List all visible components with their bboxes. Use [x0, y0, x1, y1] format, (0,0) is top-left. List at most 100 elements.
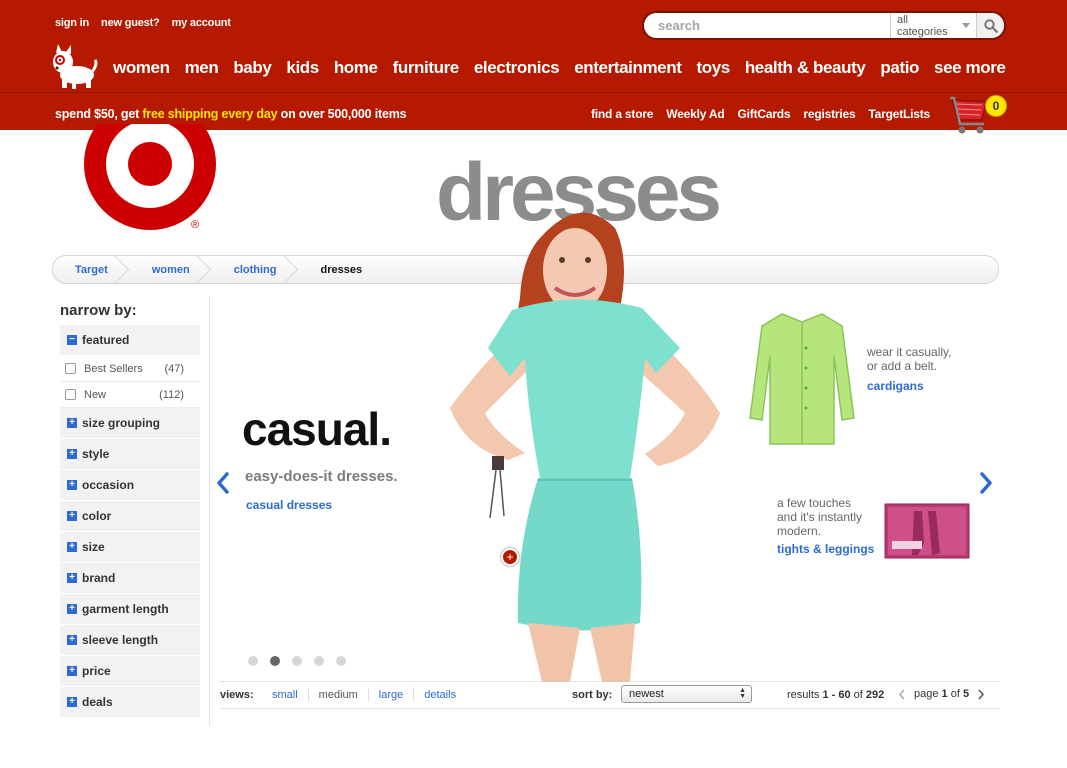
nav-kids[interactable]: kids — [286, 58, 319, 78]
facet-sleeve-length[interactable]: + sleeve length — [60, 625, 200, 656]
minus-icon: − — [67, 335, 77, 345]
carousel-dot[interactable] — [314, 656, 324, 666]
facet-label: deals — [82, 695, 113, 709]
view-options: small medium large details — [262, 689, 466, 701]
nav-men[interactable]: men — [185, 58, 219, 78]
casual-dresses-link[interactable]: casual dresses — [246, 498, 332, 512]
cardigan-image[interactable] — [742, 308, 862, 448]
sidebar-divider — [209, 296, 210, 726]
nav-health-beauty[interactable]: health & beauty — [745, 58, 866, 78]
facet-brand[interactable]: + brand — [60, 563, 200, 594]
sign-in-link[interactable]: sign in — [55, 17, 89, 29]
breadcrumb-women[interactable]: women — [130, 256, 212, 283]
targetlists-link[interactable]: TargetLists — [868, 107, 930, 121]
next-page-icon[interactable] — [977, 689, 985, 700]
facet-price[interactable]: + price — [60, 656, 200, 687]
option-count: (47) — [164, 362, 184, 375]
plus-icon: + — [67, 697, 77, 707]
facet-featured[interactable]: − featured — [60, 325, 200, 356]
narrow-by-heading: narrow by: — [60, 302, 137, 319]
filter-option-new[interactable]: New (112) — [60, 382, 200, 408]
view-medium-link[interactable]: medium — [307, 689, 368, 701]
facet-label: price — [82, 664, 111, 678]
view-small-link[interactable]: small — [262, 689, 308, 701]
checkbox[interactable] — [65, 363, 76, 374]
plus-icon: + — [67, 604, 77, 614]
nav-see-more[interactable]: see more — [934, 58, 1006, 78]
facet-style[interactable]: + style — [60, 439, 200, 470]
my-account-link[interactable]: my account — [172, 17, 231, 29]
search-input[interactable] — [644, 13, 890, 38]
weekly-ad-link[interactable]: Weekly Ad — [666, 107, 724, 121]
filter-sidebar: − featured Best Sellers (47) New (112) +… — [60, 325, 200, 718]
facet-deals[interactable]: + deals — [60, 687, 200, 718]
facet-garment-length[interactable]: + garment length — [60, 594, 200, 625]
registries-link[interactable]: registries — [803, 107, 855, 121]
facet-label: occasion — [82, 478, 135, 492]
search-bar: all categories — [642, 11, 1006, 40]
note-line: modern. — [777, 524, 822, 538]
nav-furniture[interactable]: furniture — [393, 58, 460, 78]
facet-color[interactable]: + color — [60, 501, 200, 532]
results-pre: results — [787, 689, 823, 701]
giftcards-link[interactable]: GiftCards — [738, 107, 791, 121]
search-button[interactable] — [976, 13, 1004, 38]
cardigans-link[interactable]: cardigans — [867, 379, 924, 393]
note-line: or add a belt. — [867, 359, 938, 373]
facet-label: brand — [82, 571, 116, 585]
view-large-link[interactable]: large — [367, 689, 413, 701]
utility-links: sign in new guest? my account — [55, 17, 231, 29]
carousel-dot[interactable] — [292, 656, 302, 666]
product-hotspot-button[interactable]: + — [501, 548, 519, 566]
carousel-dot[interactable] — [336, 656, 346, 666]
chevron-left-icon[interactable] — [215, 472, 231, 494]
nav-entertainment[interactable]: entertainment — [574, 58, 682, 78]
facet-label: style — [82, 447, 110, 461]
find-a-store-link[interactable]: find a store — [591, 107, 653, 121]
filter-option-best-sellers[interactable]: Best Sellers (47) — [60, 356, 200, 382]
hero-tagline: easy-does-it dresses. — [245, 468, 398, 485]
page-indicator: page 1 of 5 — [914, 688, 969, 700]
view-details-link[interactable]: details — [413, 689, 466, 701]
page-total: 5 — [962, 688, 970, 700]
results-range: 1 - 60 — [822, 689, 851, 701]
nav-patio[interactable]: patio — [880, 58, 919, 78]
breadcrumb-clothing[interactable]: clothing — [212, 256, 299, 283]
facet-size[interactable]: + size — [60, 532, 200, 563]
nav-electronics[interactable]: electronics — [474, 58, 560, 78]
carousel-dot[interactable] — [248, 656, 258, 666]
nav-home[interactable]: home — [334, 58, 378, 78]
facet-occasion[interactable]: + occasion — [60, 470, 200, 501]
carousel-dot-active[interactable] — [270, 656, 280, 666]
option-count: (112) — [159, 388, 184, 401]
tights-package-image[interactable] — [884, 503, 970, 559]
secondary-links: find a store Weekly Ad GiftCards registr… — [591, 107, 930, 121]
new-guest-link[interactable]: new guest? — [101, 17, 160, 29]
registered-mark: ® — [191, 219, 200, 231]
free-shipping-promo[interactable]: spend $50, get free shipping every day o… — [55, 107, 407, 121]
nav-women[interactable]: women — [113, 58, 170, 78]
nav-toys[interactable]: toys — [696, 58, 730, 78]
prev-page-icon[interactable] — [898, 689, 906, 700]
sort-select-value: newest — [629, 688, 664, 700]
results-count: results 1 - 60 of 292 — [787, 689, 884, 701]
site-header: sign in new guest? my account all catego… — [0, 0, 1067, 130]
page-mid: of — [947, 688, 963, 700]
checkbox[interactable] — [65, 389, 76, 400]
breadcrumb-target[interactable]: Target — [53, 256, 130, 283]
tights-leggings-link[interactable]: tights & leggings — [777, 542, 874, 556]
category-select[interactable]: all categories — [890, 13, 976, 38]
page-pre: page — [914, 688, 942, 700]
plus-icon: + — [67, 542, 77, 552]
carousel-dots — [248, 656, 346, 666]
nav-baby[interactable]: baby — [233, 58, 271, 78]
category-select-value: all categories — [897, 13, 948, 38]
results-total: 292 — [865, 689, 885, 701]
facet-label: sleeve length — [82, 633, 159, 647]
chevron-right-icon[interactable] — [978, 472, 994, 494]
target-logo-icon[interactable] — [82, 124, 218, 232]
bullseye-dog-icon[interactable] — [48, 42, 98, 90]
sort-select[interactable]: newest ▲ ▼ — [621, 685, 752, 703]
plus-icon: + — [67, 418, 77, 428]
facet-size-grouping[interactable]: + size grouping — [60, 408, 200, 439]
